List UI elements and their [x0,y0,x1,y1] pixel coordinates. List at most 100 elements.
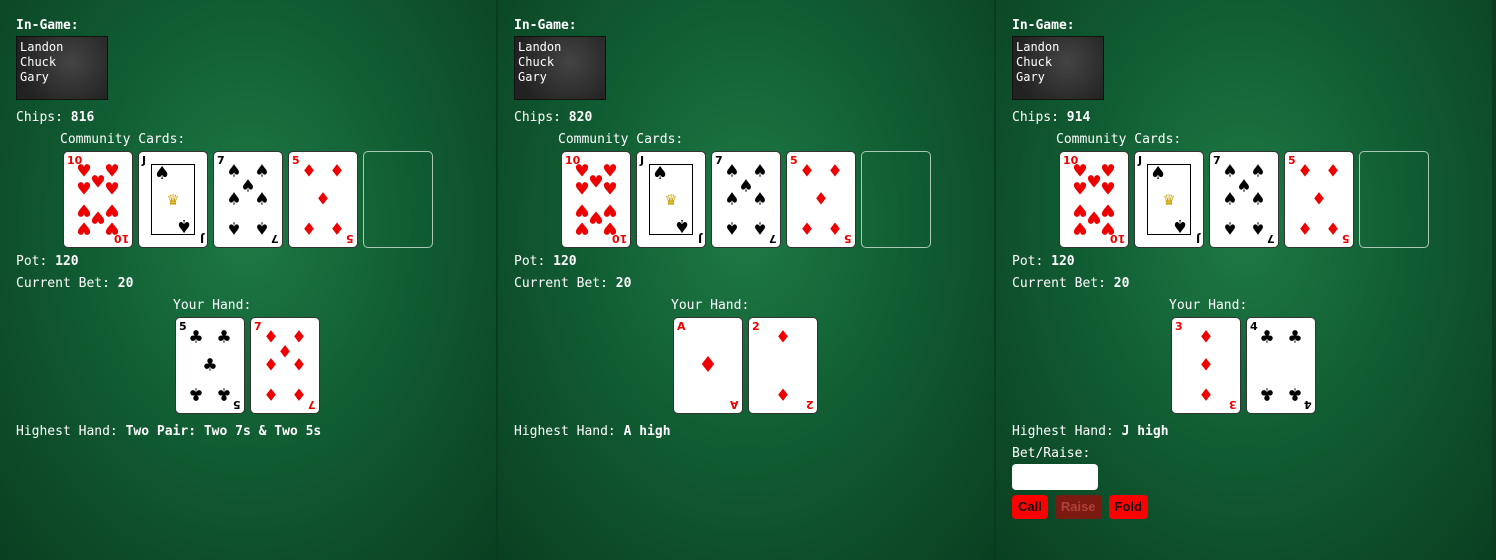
suit-icon: ♠ [226,161,242,182]
card-rank: 3 [1229,398,1237,411]
suit-icon: ♦ [813,189,829,209]
card-rank: 5 [790,154,798,167]
player-view-3: In-Game: Landon Chuck Gary Chips: 914 Co… [996,0,1492,560]
suit-icon: ♦ [291,383,307,404]
suit-icon: ♥ [1072,217,1088,238]
bet-raise-input[interactable] [1012,464,1098,490]
community-cards: 10 10 ♥ ♥ ♥ ♥ ♥ ♥ ♥ ♥ ♥ ♥ J J ♠ ♛ ♠ 7 7 ♠ ♠ ♠ ♠ ♠ ♠ ♠ 5 5 ♦ ♦ ♦ ♦ ♦ [63,151,496,248]
suit-icon: ♦ [329,217,345,238]
card-pips: ♠ ♠ ♠ ♠ ♠ ♠ ♠ [1222,163,1265,238]
current-bet-value: 20 [117,276,134,291]
playing-card: 10 10 ♥ ♥ ♥ ♥ ♥ ♥ ♥ ♥ ♥ ♥ [63,151,133,248]
card-rank: 4 [1250,320,1258,333]
your-hand-cards: 5 5 ♣ ♣ ♣ ♣ ♣ 7 7 ♦ ♦ ♦ ♦ ♦ ♦ ♦ [175,317,496,414]
suit-icon: ♦ [301,161,317,182]
raise-button[interactable]: Raise [1054,495,1102,519]
suit-icon: ♠ [1150,163,1167,184]
suit-icon: ♠ [226,217,242,238]
suit-icon: ♦ [1325,217,1341,238]
suit-icon: ♥ [588,206,604,227]
suit-icon: ♠ [724,189,740,209]
card-rank: J [1138,154,1143,167]
suit-icon: ♠ [724,161,740,182]
current-bet-label: Current Bet: [514,276,608,291]
suit-icon: ♦ [1198,327,1214,348]
face-card-art: ♠ ♛ ♠ [1147,163,1191,236]
suit-icon: ♣ [1259,383,1275,404]
empty-card-slot [861,151,931,248]
chips-row: Chips: 914 [1012,110,1492,126]
chips-label: Chips: [1012,110,1059,125]
highest-hand-value: J high [1121,424,1169,439]
player-name: Gary [1016,70,1045,84]
game-views: In-Game: Landon Chuck Gary Chips: 816 Co… [0,0,1496,560]
card-rank: 2 [752,320,760,333]
suit-icon: ♥ [90,172,106,193]
suit-icon: ♠ [1222,161,1238,182]
suit-icon: ♣ [188,327,204,348]
chips-value: 820 [568,110,593,125]
card-pips: ♥ ♥ ♥ ♥ ♥ ♥ ♥ ♥ ♥ ♥ [574,163,617,238]
player-view-1: In-Game: Landon Chuck Gary Chips: 816 Co… [0,0,498,560]
playing-card: 5 5 ♦ ♦ ♦ ♦ ♦ [288,151,358,248]
card-pips: ♣ ♣ ♣ ♣ ♣ [188,329,231,404]
call-button[interactable]: Call [1012,495,1048,519]
suit-icon: ♥ [104,199,120,220]
playing-card: 7 7 ♠ ♠ ♠ ♠ ♠ ♠ ♠ [213,151,283,248]
suit-icon: ♦ [291,327,307,348]
community-cards-label: Community Cards: [60,132,186,147]
pot-value: 120 [553,254,577,269]
pot-row: Pot: 120 [16,254,496,270]
suit-icon: ♦ [315,189,331,209]
suit-icon: ♠ [752,217,768,238]
face-card-art: ♠ ♛ ♠ [649,163,693,236]
card-pips: ♣ ♣ ♣ ♣ [1259,329,1302,404]
card-pips: ♦ ♦ ♦ ♦ ♦ [1297,163,1340,238]
suit-icon: ♦ [277,342,293,363]
current-bet-label: Current Bet: [16,276,110,291]
player-name: Chuck [1016,55,1053,69]
suit-icon: ♠ [652,163,669,184]
suit-icon: ♥ [1100,199,1116,220]
suit-icon: ♥ [1072,161,1088,182]
suit-icon: ♠ [673,215,690,236]
suit-icon: ♦ [301,217,317,238]
playing-card: 7 7 ♠ ♠ ♠ ♠ ♠ ♠ ♠ [1209,151,1279,248]
playing-card: J J ♠ ♛ ♠ [636,151,706,248]
suit-icon: ♠ [1250,189,1266,209]
suit-icon: ♠ [1222,189,1238,209]
suit-icon: ♦ [827,217,843,238]
current-bet-row: Current Bet: 20 [16,276,496,292]
suit-icon: ♥ [1100,179,1116,200]
player-name: Landon [518,40,562,54]
suit-icon: ♠ [254,161,270,182]
pot-row: Pot: 120 [1012,254,1492,270]
pot-row: Pot: 120 [514,254,994,270]
in-game-label: In-Game: [16,18,79,33]
player-name: Landon [1016,40,1060,54]
card-pips: ♥ ♥ ♥ ♥ ♥ ♥ ♥ ♥ ♥ ♥ [1072,163,1115,238]
suit-icon: ♥ [76,199,92,220]
card-rank: 7 [271,232,279,245]
crown-icon: ♛ [665,189,677,210]
suit-icon: ♠ [752,161,768,182]
community-cards-label: Community Cards: [558,132,684,147]
playing-card: J J ♠ ♛ ♠ [138,151,208,248]
suit-icon: ♦ [1297,161,1313,182]
community-cards: 10 10 ♥ ♥ ♥ ♥ ♥ ♥ ♥ ♥ ♥ ♥ J J ♠ ♛ ♠ 7 7 ♠ ♠ ♠ ♠ ♠ ♠ ♠ 5 5 ♦ ♦ ♦ ♦ ♦ [561,151,994,248]
suit-icon: ♠ [1171,215,1188,236]
players-list: Landon Chuck Gary [514,36,606,100]
highest-hand-value: Two Pair: Two 7s & Two 5s [125,424,322,439]
suit-icon: ♦ [263,383,279,404]
suit-icon: ♥ [602,217,618,238]
card-rank: 4 [1304,398,1312,411]
player-name: Chuck [20,55,57,69]
current-bet-label: Current Bet: [1012,276,1106,291]
pot-value: 120 [1051,254,1075,269]
suit-icon: ♦ [698,352,718,378]
face-card-art: ♠ ♛ ♠ [151,163,195,236]
highest-hand-label: Highest Hand: [16,424,118,439]
card-rank: 5 [844,232,852,245]
fold-button[interactable]: Fold [1108,495,1148,519]
suit-icon: ♠ [254,217,270,238]
